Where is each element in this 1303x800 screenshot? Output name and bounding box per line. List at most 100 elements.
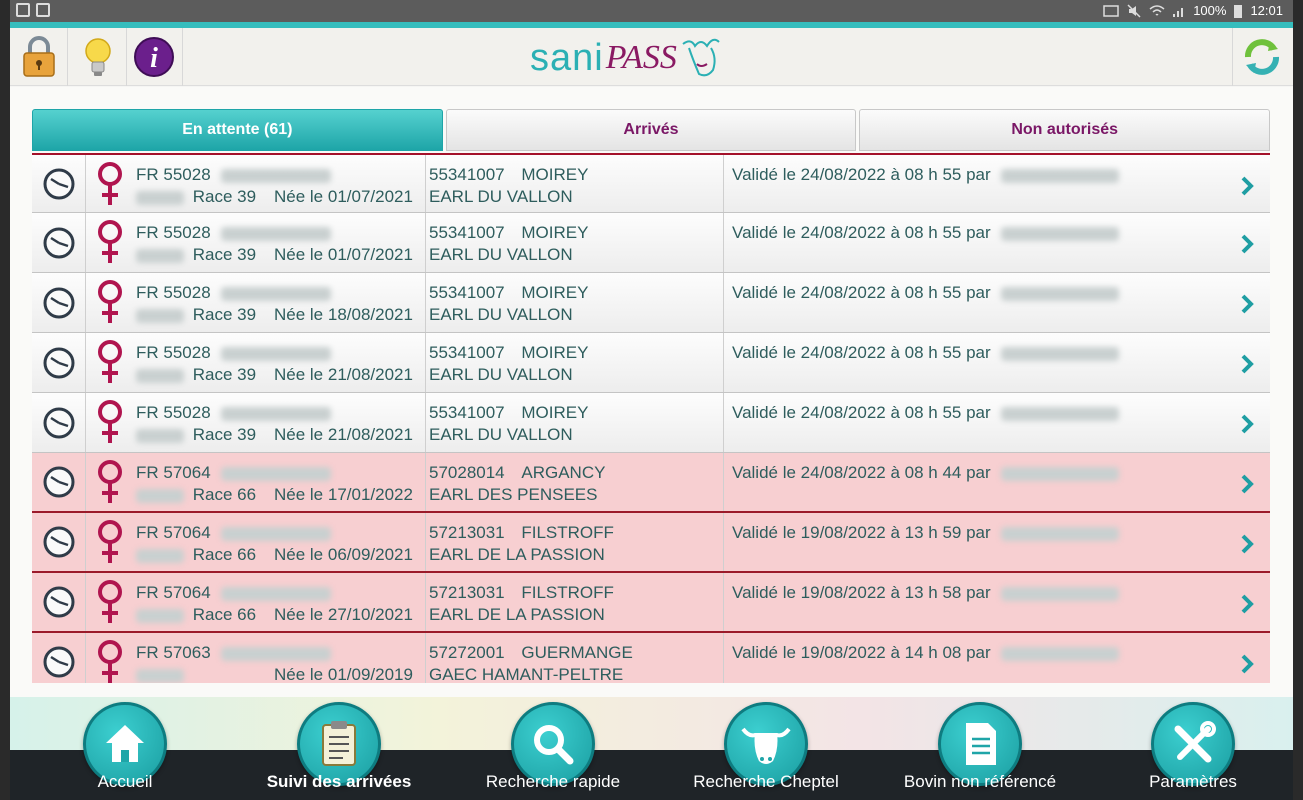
animal-id: FR 57064	[136, 523, 211, 542]
nav-recherche-cheptel[interactable]: Recherche Cheptel	[666, 700, 866, 800]
female-icon	[98, 520, 122, 563]
validation-text: Validé le 24/08/2022 à 08 h 55 par	[732, 223, 991, 242]
tab-non-autorises[interactable]: Non autorisés	[859, 109, 1271, 151]
logo-pass: PASS	[605, 39, 677, 76]
table-row[interactable]: FR 55028 Race 39 Née le 21/08/2021 55341…	[32, 333, 1270, 393]
clock-icon	[43, 586, 74, 618]
validation-cell: Validé le 24/08/2022 à 08 h 55 par	[724, 155, 1270, 212]
redacted-id	[221, 406, 332, 421]
info-button[interactable]: i	[125, 28, 183, 86]
animal-race: Race 39	[192, 425, 257, 444]
animal-cell: FR 57064 Race 66 Née le 17/01/2022	[86, 453, 426, 511]
animal-id: FR 55028	[136, 165, 211, 184]
animal-birth-date: Née le 01/09/2019	[274, 665, 413, 683]
refresh-icon	[1244, 39, 1279, 75]
chevron-right-icon[interactable]	[1240, 293, 1254, 315]
table-row[interactable]: FR 57064 Race 66 Née le 17/01/2022 57028…	[32, 453, 1270, 513]
validation-text: Validé le 24/08/2022 à 08 h 55 par	[732, 403, 991, 422]
validation-cell: Validé le 24/08/2022 à 08 h 55 par	[724, 333, 1270, 392]
female-icon	[98, 460, 122, 503]
table-row[interactable]: FR 55028 Race 39 Née le 01/07/2021 55341…	[32, 213, 1270, 273]
nav-recherche-rapide[interactable]: Recherche rapide	[453, 700, 653, 800]
battery-level: 100%	[1193, 3, 1227, 18]
animal-cell: FR 55028 Race 39 Née le 21/08/2021	[86, 393, 426, 452]
tips-button[interactable]	[69, 28, 127, 86]
chevron-right-icon[interactable]	[1240, 353, 1254, 375]
farm-code: 55341007	[429, 343, 505, 362]
female-icon	[98, 580, 122, 623]
chevron-right-icon[interactable]	[1240, 175, 1254, 197]
validation-text: Validé le 24/08/2022 à 08 h 55 par	[732, 283, 991, 302]
nav-accueil[interactable]: Accueil	[25, 700, 225, 800]
nav-suivi-label: Suivi des arrivées	[266, 772, 412, 791]
nav-suivi-arrivees[interactable]: Suivi des arrivées	[239, 700, 439, 800]
table-row[interactable]: FR 55028 Race 39 Née le 18/08/2021 55341…	[32, 273, 1270, 333]
farm-town: MOIREY	[521, 403, 589, 422]
table-row[interactable]: FR 57063 Née le 01/09/2019 57272001 GUER…	[32, 633, 1270, 683]
lock-icon	[22, 36, 55, 77]
farm-town: FILSTROFF	[521, 583, 614, 602]
table-row[interactable]: FR 55028 Race 39 Née le 21/08/2021 55341…	[32, 393, 1270, 453]
info-icon: i	[133, 37, 174, 77]
animal-cell: FR 57064 Race 66 Née le 27/10/2021	[86, 573, 426, 631]
pending-status-cell	[32, 513, 86, 571]
redacted-number	[136, 428, 184, 443]
farm-name: EARL DU VALLON	[429, 425, 573, 444]
redacted-id	[221, 586, 332, 601]
chevron-right-icon[interactable]	[1240, 533, 1254, 555]
table-row[interactable]: FR 57064 Race 66 Née le 27/10/2021 57213…	[32, 573, 1270, 633]
table-row[interactable]: FR 55028 Race 39 Née le 01/07/2021 55341…	[32, 153, 1270, 213]
main-content: En attente (61) Arrivés Non autorisés FR…	[10, 87, 1293, 697]
status-indicators: 100% 12:01	[1103, 3, 1283, 18]
farm-cell: 55341007 MOIREY EARL DU VALLON	[426, 155, 724, 212]
table-row[interactable]: FR 57064 Race 66 Née le 06/09/2021 57213…	[32, 513, 1270, 573]
nav-accueil-label: Accueil	[97, 772, 153, 791]
animal-id: FR 55028	[136, 223, 211, 242]
farm-name: EARL DU VALLON	[429, 187, 573, 206]
validation-cell: Validé le 19/08/2022 à 14 h 08 par	[724, 633, 1270, 683]
pending-status-cell	[32, 453, 86, 511]
signal-icon	[1173, 7, 1184, 17]
farm-code: 57213031	[429, 523, 505, 542]
chevron-right-icon[interactable]	[1240, 233, 1254, 255]
tab-en-attente[interactable]: En attente (61)	[32, 109, 443, 151]
redacted-number	[136, 368, 184, 383]
chevron-right-icon[interactable]	[1240, 593, 1254, 615]
redacted-validator	[1001, 586, 1120, 601]
animal-birth-date: Née le 27/10/2021	[274, 605, 413, 624]
tab-arrives[interactable]: Arrivés	[445, 109, 857, 151]
chevron-right-icon[interactable]	[1240, 413, 1254, 435]
validation-text: Validé le 19/08/2022 à 13 h 58 par	[732, 583, 991, 602]
pending-status-cell	[32, 573, 86, 631]
pending-status-cell	[32, 213, 86, 272]
redacted-id	[221, 526, 332, 541]
redacted-number	[136, 308, 184, 323]
nav-parametres[interactable]: Paramètres	[1093, 700, 1293, 800]
nav-bovin-non-reference[interactable]: Bovin non référencé	[880, 700, 1080, 800]
farm-code: 55341007	[429, 165, 505, 184]
redacted-number	[136, 248, 184, 263]
farm-code: 57028014	[429, 463, 505, 482]
animal-id: FR 55028	[136, 343, 211, 362]
validation-text: Validé le 19/08/2022 à 14 h 08 par	[732, 643, 991, 662]
redacted-id	[221, 466, 332, 481]
farm-name: EARL DU VALLON	[429, 365, 573, 384]
animal-race: Race 39	[192, 305, 257, 324]
farm-town: FILSTROFF	[521, 523, 614, 542]
female-icon	[98, 220, 122, 263]
redacted-validator	[1001, 526, 1120, 541]
animal-birth-date: Née le 06/09/2021	[274, 545, 413, 564]
refresh-button[interactable]	[1232, 28, 1290, 86]
chevron-right-icon[interactable]	[1240, 473, 1254, 495]
redacted-id	[221, 646, 332, 661]
clock-icon	[43, 407, 74, 438]
farm-town: GUERMANGE	[521, 643, 633, 662]
lock-button[interactable]	[10, 28, 68, 86]
clock-icon	[43, 526, 74, 558]
arrivals-list: FR 55028 Race 39 Née le 01/07/2021 55341…	[32, 153, 1270, 683]
battery-icon	[1234, 4, 1243, 18]
clock-icon	[43, 227, 74, 258]
chevron-right-icon[interactable]	[1240, 653, 1254, 675]
farm-name: EARL DES PENSEES	[429, 485, 598, 504]
animal-race: Race 39	[192, 245, 257, 264]
